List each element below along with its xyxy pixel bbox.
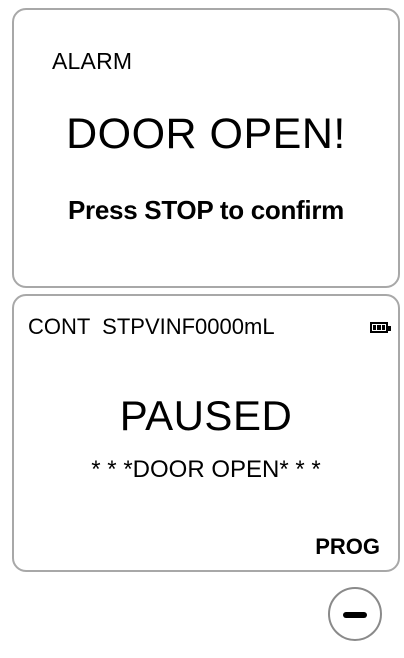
pump-state: PAUSED [119,392,293,439]
status-line: CONT STPVINF0000mL [28,314,275,339]
status-screen: CONT STPVINF0000mL PAUSED * * *DOOR OPEN… [12,294,400,572]
state-detail: * * *DOOR OPEN* * * [91,456,321,483]
alarm-title: DOOR OPEN! [66,110,346,158]
prog-softkey-label[interactable]: PROG [315,534,380,560]
minus-button[interactable] [328,587,382,641]
alarm-screen: ALARM DOOR OPEN! Press STOP to confirm [12,8,400,288]
alarm-label: ALARM [52,48,133,74]
battery-full-icon [370,322,391,333]
alarm-instruction: Press STOP to confirm [68,195,344,225]
minus-icon [343,612,367,618]
